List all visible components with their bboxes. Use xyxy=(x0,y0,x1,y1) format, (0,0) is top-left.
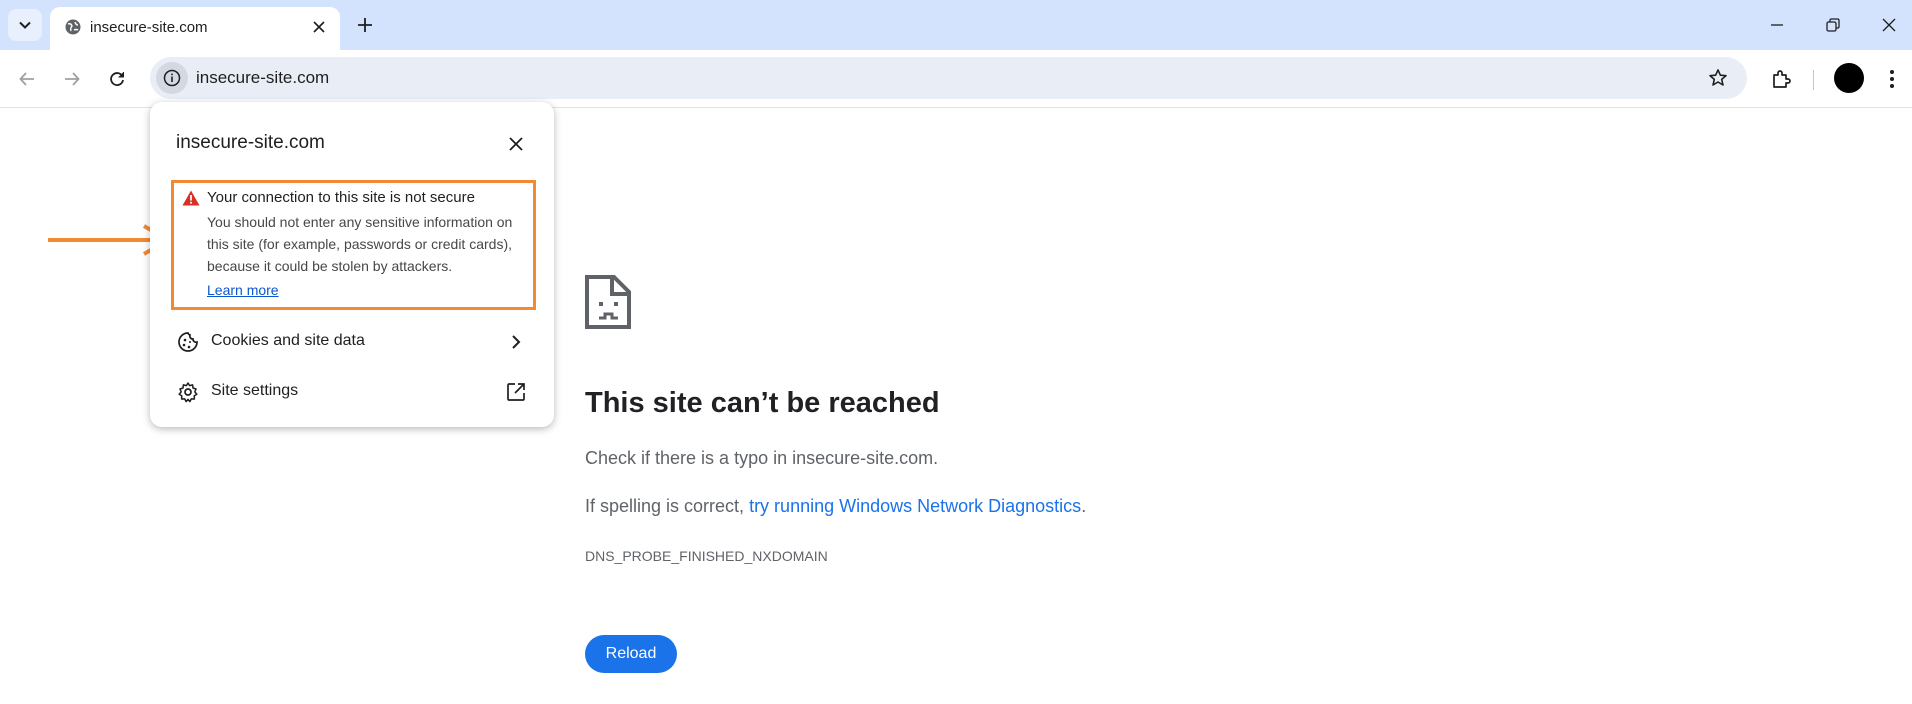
error-code: DNS_PROBE_FINISHED_NXDOMAIN xyxy=(585,548,828,564)
close-icon xyxy=(313,21,325,33)
connection-warning: Your connection to this site is not secu… xyxy=(171,180,536,310)
tab-search-button[interactable] xyxy=(8,9,42,41)
chevron-right-icon xyxy=(504,330,528,354)
warning-icon xyxy=(182,190,200,211)
toolbar-separator xyxy=(1813,70,1814,90)
site-info-button[interactable] xyxy=(156,62,188,94)
globe-icon xyxy=(64,18,82,41)
star-icon xyxy=(1709,69,1727,86)
popup-close-button[interactable] xyxy=(504,132,528,156)
menu-button[interactable] xyxy=(1877,64,1907,94)
forward-button[interactable] xyxy=(57,64,87,94)
close-tab-button[interactable] xyxy=(308,16,330,38)
site-settings-row[interactable]: Site settings xyxy=(150,368,554,414)
sad-page-icon xyxy=(584,274,632,335)
cookies-label: Cookies and site data xyxy=(211,332,365,349)
reload-page-button[interactable]: Reload xyxy=(585,635,677,673)
tab-title: insecure-site.com xyxy=(90,19,208,36)
minimize-button[interactable] xyxy=(1755,10,1799,40)
error-suggestion-typo: Check if there is a typo in insecure-sit… xyxy=(585,448,939,468)
warning-title: Your connection to this site is not secu… xyxy=(207,189,475,206)
toolbar: insecure-site.com xyxy=(0,50,1912,108)
active-tab[interactable]: insecure-site.com xyxy=(50,7,340,50)
back-button[interactable] xyxy=(12,64,42,94)
restore-button[interactable] xyxy=(1811,10,1855,40)
avatar[interactable] xyxy=(1834,63,1864,93)
diagnostics-suffix: . xyxy=(1081,496,1087,516)
cookies-row[interactable]: Cookies and site data xyxy=(150,318,554,364)
info-icon xyxy=(163,69,181,87)
close-icon xyxy=(509,137,523,151)
tab-strip: insecure-site.com xyxy=(0,0,1912,50)
error-suggestion-diagnostics: If spelling is correct, try running Wind… xyxy=(585,496,1086,517)
open-external-icon xyxy=(504,380,528,404)
site-settings-label: Site settings xyxy=(211,382,299,399)
address-bar[interactable]: insecure-site.com xyxy=(150,57,1747,99)
forward-arrow-icon xyxy=(65,72,80,86)
popup-title: insecure-site.com xyxy=(176,132,325,153)
error-title: This site can’t be reached xyxy=(585,387,940,419)
learn-more-link[interactable]: Learn more xyxy=(207,282,279,298)
url-text[interactable]: insecure-site.com xyxy=(196,68,329,88)
plus-icon xyxy=(358,18,372,32)
reload-button[interactable] xyxy=(102,64,132,94)
extensions-button[interactable] xyxy=(1766,64,1796,94)
gear-icon xyxy=(176,380,200,404)
restore-icon xyxy=(1826,18,1840,32)
close-window-button[interactable] xyxy=(1867,10,1911,40)
new-tab-button[interactable] xyxy=(352,12,378,38)
site-info-popup: insecure-site.com Your connection to thi… xyxy=(150,102,554,427)
close-icon xyxy=(1882,18,1896,32)
back-arrow-icon xyxy=(19,72,34,86)
cookie-icon xyxy=(176,330,200,354)
reload-icon xyxy=(110,72,124,86)
extensions-icon xyxy=(1773,70,1791,88)
diagnostics-prefix: If spelling is correct, xyxy=(585,496,750,516)
minimize-icon xyxy=(1771,24,1783,26)
bookmark-button[interactable] xyxy=(1707,67,1729,89)
warning-body: You should not enter any sensitive infor… xyxy=(207,214,513,274)
more-vert-icon xyxy=(1890,70,1894,88)
chevron-down-icon xyxy=(19,21,31,29)
diagnostics-link[interactable]: try running Windows Network Diagnostics xyxy=(749,496,1081,516)
